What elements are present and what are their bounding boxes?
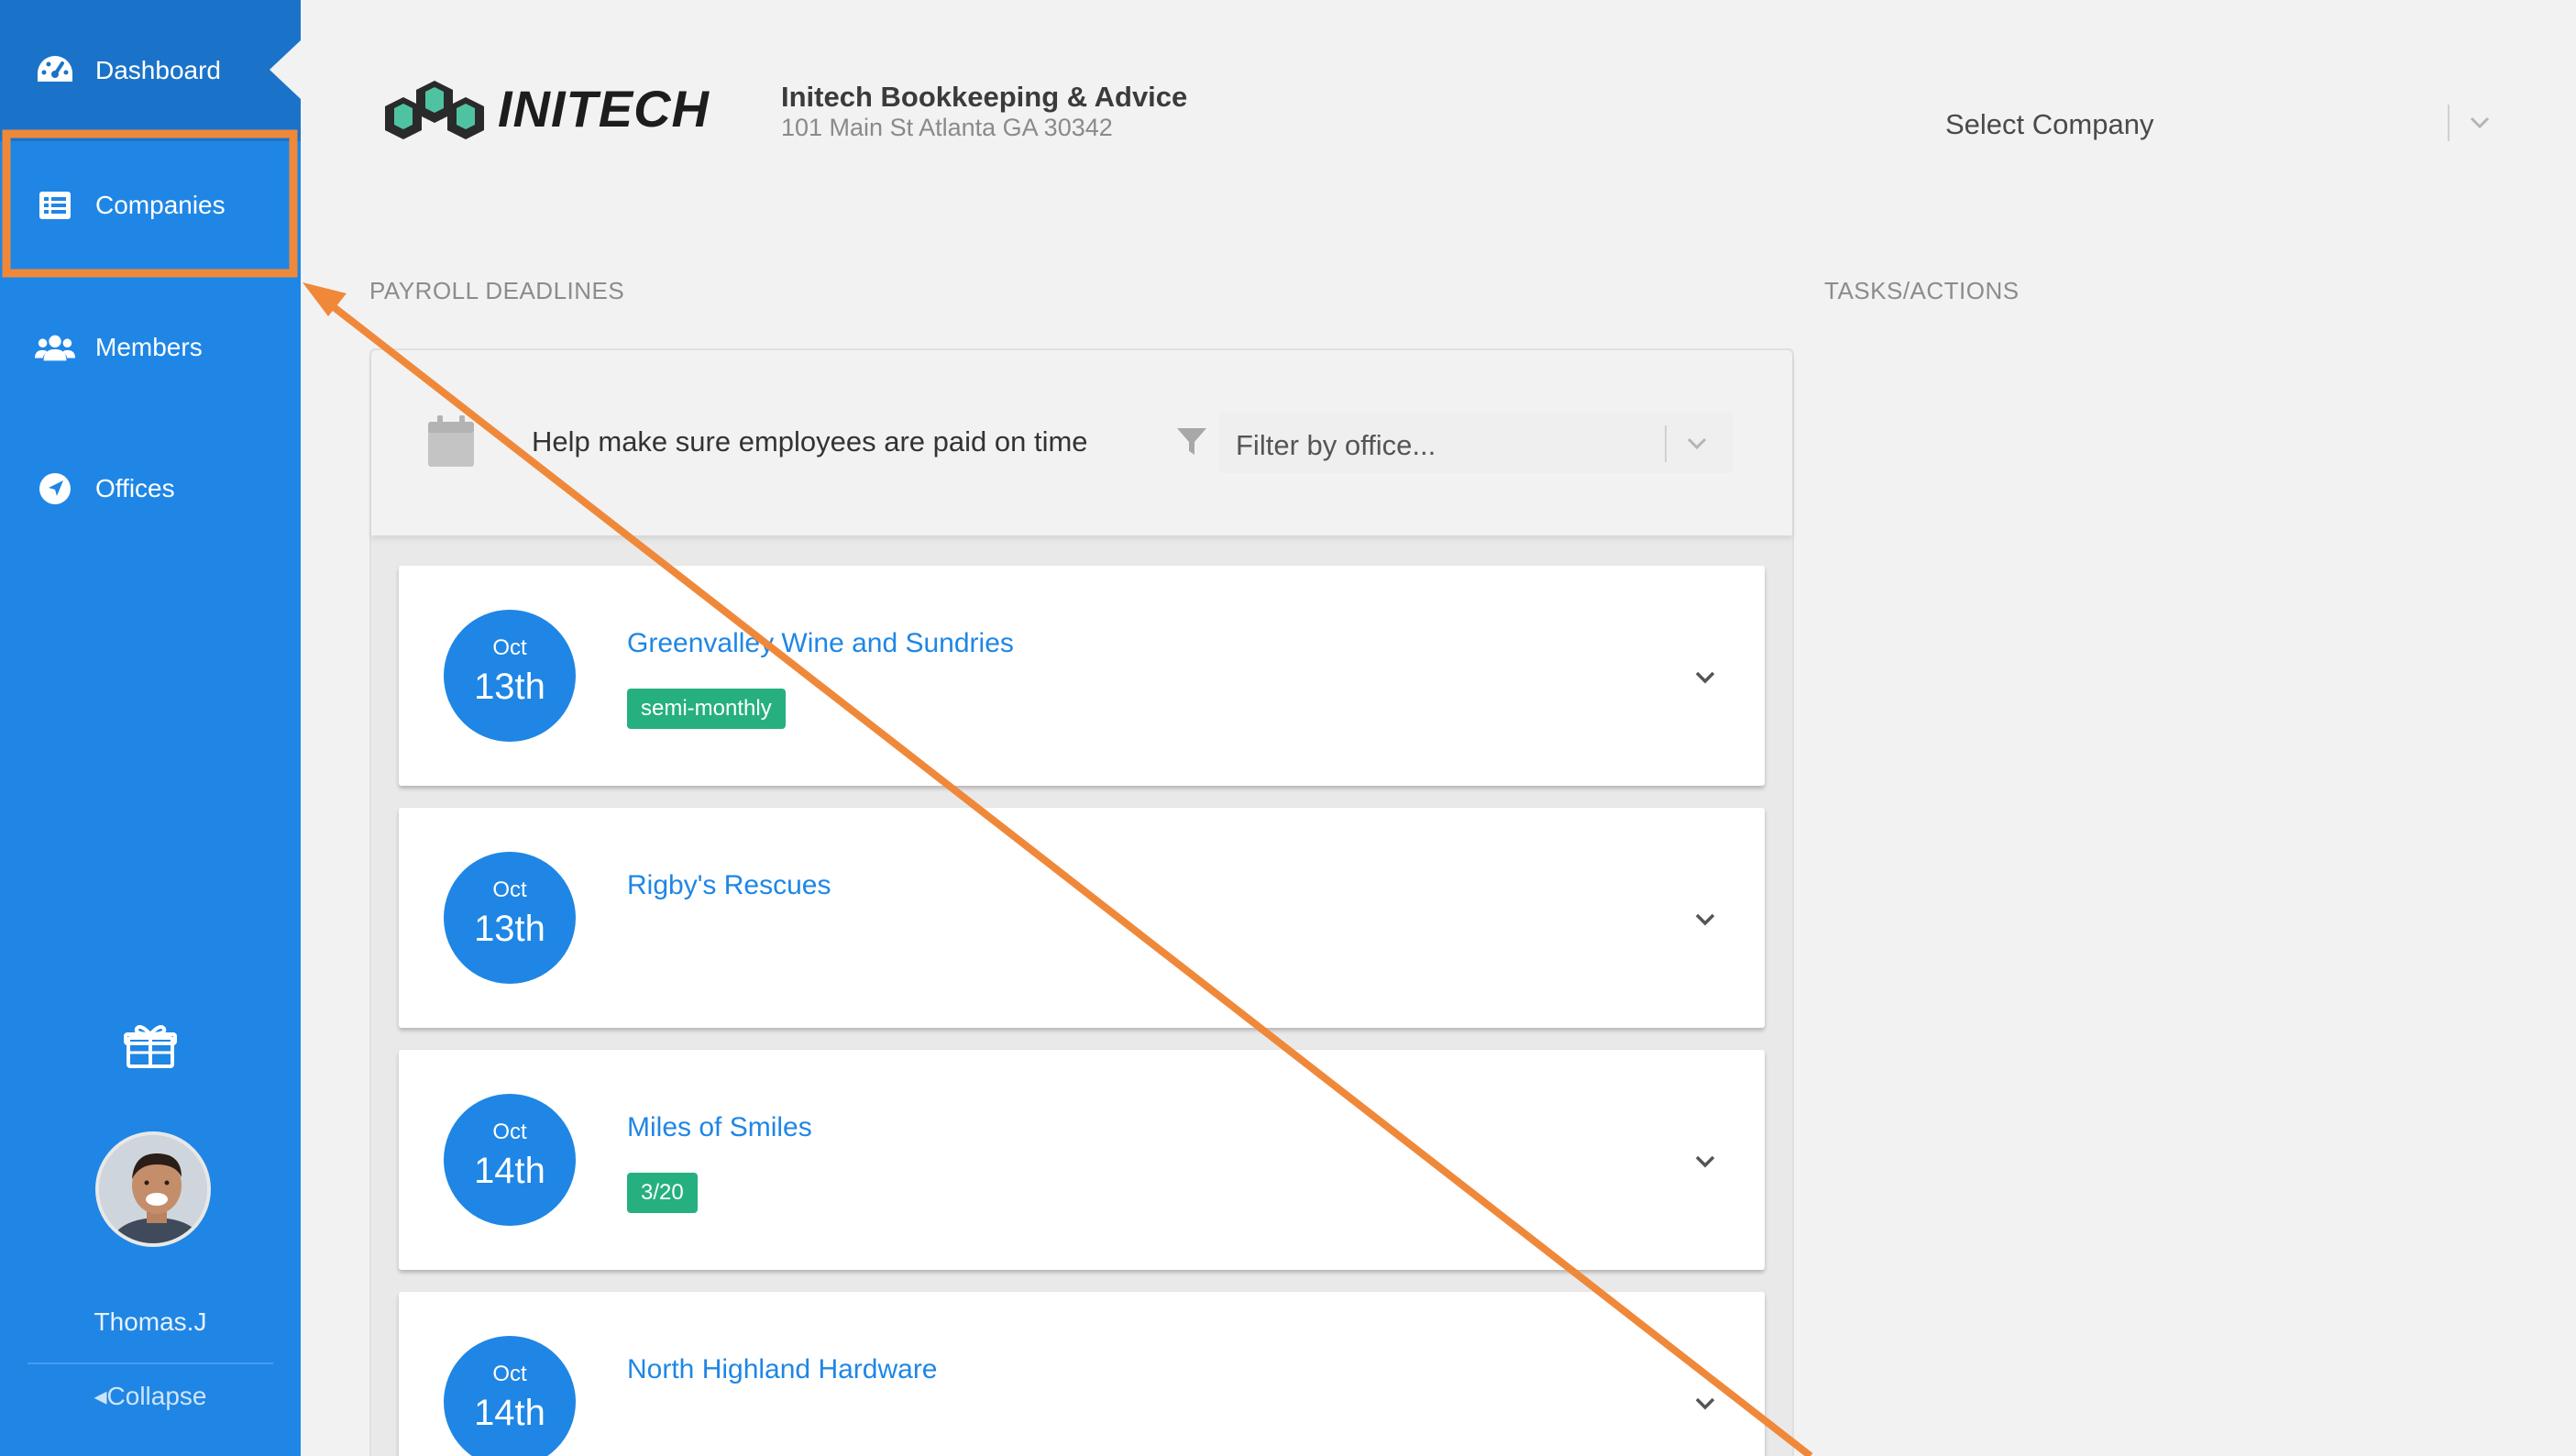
company-link[interactable]: North Highland Hardware [627, 1354, 938, 1385]
date-badge: Oct 13th [444, 610, 576, 742]
tasks-section-label: TASKS/ACTIONS [1824, 277, 2020, 304]
filter-icon [1175, 425, 1208, 458]
org-address: 101 Main St Atlanta GA 30342 [781, 114, 1113, 141]
deadline-card[interactable]: Oct 14th Miles of Smiles 3/20 [399, 1050, 1765, 1270]
logo-text: INITECH [498, 80, 710, 138]
company-link[interactable]: Miles of Smiles [627, 1112, 812, 1143]
office-filter-select[interactable]: Filter by office... [1219, 413, 1733, 473]
sidebar-item-companies[interactable]: Companies [0, 135, 301, 276]
date-day: 13th [474, 909, 545, 949]
sidebar-item-dashboard[interactable]: Dashboard [0, 0, 301, 141]
office-filter-placeholder: Filter by office... [1236, 429, 1437, 461]
collapse-button[interactable]: ◂Collapse [0, 1381, 301, 1411]
company-link[interactable]: Rigby's Rescues [627, 870, 831, 901]
payroll-panel-title: Help make sure employees are paid on tim… [532, 425, 1088, 458]
select-separator [2448, 105, 2449, 141]
expand-chevron-icon[interactable] [1690, 1387, 1721, 1418]
expand-chevron-icon[interactable] [1690, 903, 1721, 934]
deadline-card[interactable]: Oct 13th Greenvalley Wine and Sundries s… [399, 566, 1765, 786]
deadline-card[interactable]: Oct 13th Rigby's Rescues [399, 808, 1765, 1028]
chevron-down-icon[interactable] [1683, 429, 1711, 457]
chevron-down-icon[interactable] [2466, 108, 2493, 136]
date-badge: Oct 14th [444, 1336, 576, 1456]
calendar-icon [427, 414, 475, 468]
date-month: Oct [492, 877, 527, 902]
users-icon [35, 327, 75, 368]
date-day: 14th [474, 1393, 545, 1433]
expand-chevron-icon[interactable] [1690, 661, 1721, 692]
date-month: Oct [492, 635, 527, 660]
list-icon [35, 185, 75, 226]
date-month: Oct [492, 1362, 527, 1386]
sidebar-item-label: Dashboard [95, 56, 221, 84]
pay-frequency-badge: 3/20 [627, 1173, 698, 1213]
select-separator [1665, 425, 1667, 462]
deadline-card[interactable]: Oct 14th North Highland Hardware [399, 1292, 1765, 1456]
sidebar-item-label: Offices [95, 474, 175, 502]
expand-chevron-icon[interactable] [1690, 1145, 1721, 1176]
user-name[interactable]: Thomas.J [0, 1307, 301, 1337]
date-badge: Oct 14th [444, 1094, 576, 1226]
sidebar-item-members[interactable]: Members [0, 277, 301, 418]
caret-left-icon: ◂ [94, 1382, 107, 1410]
company-select[interactable]: Select Company [1934, 99, 2503, 150]
date-month: Oct [492, 1120, 527, 1144]
date-day: 13th [474, 667, 545, 707]
pointer-arrow-head [303, 282, 347, 316]
location-arrow-icon [35, 469, 75, 509]
dashboard-icon [35, 50, 75, 91]
date-day: 14th [474, 1151, 545, 1191]
gift-icon[interactable] [124, 1021, 177, 1069]
collapse-label: Collapse [106, 1382, 207, 1410]
payroll-section-label: PAYROLL DEADLINES [369, 277, 625, 304]
sidebar-item-label: Members [95, 333, 203, 361]
sidebar-item-offices[interactable]: Offices [0, 418, 301, 559]
divider [28, 1362, 273, 1364]
avatar[interactable] [95, 1131, 211, 1247]
pay-frequency-badge: semi-monthly [627, 689, 786, 729]
company-select-placeholder: Select Company [1945, 108, 2154, 140]
sidebar: Dashboard Companies Members Offices Thom… [0, 0, 301, 1456]
company-link[interactable]: Greenvalley Wine and Sundries [627, 628, 1014, 659]
date-badge: Oct 13th [444, 852, 576, 984]
org-name: Initech Bookkeeping & Advice [781, 81, 1188, 113]
sidebar-item-label: Companies [95, 191, 226, 219]
